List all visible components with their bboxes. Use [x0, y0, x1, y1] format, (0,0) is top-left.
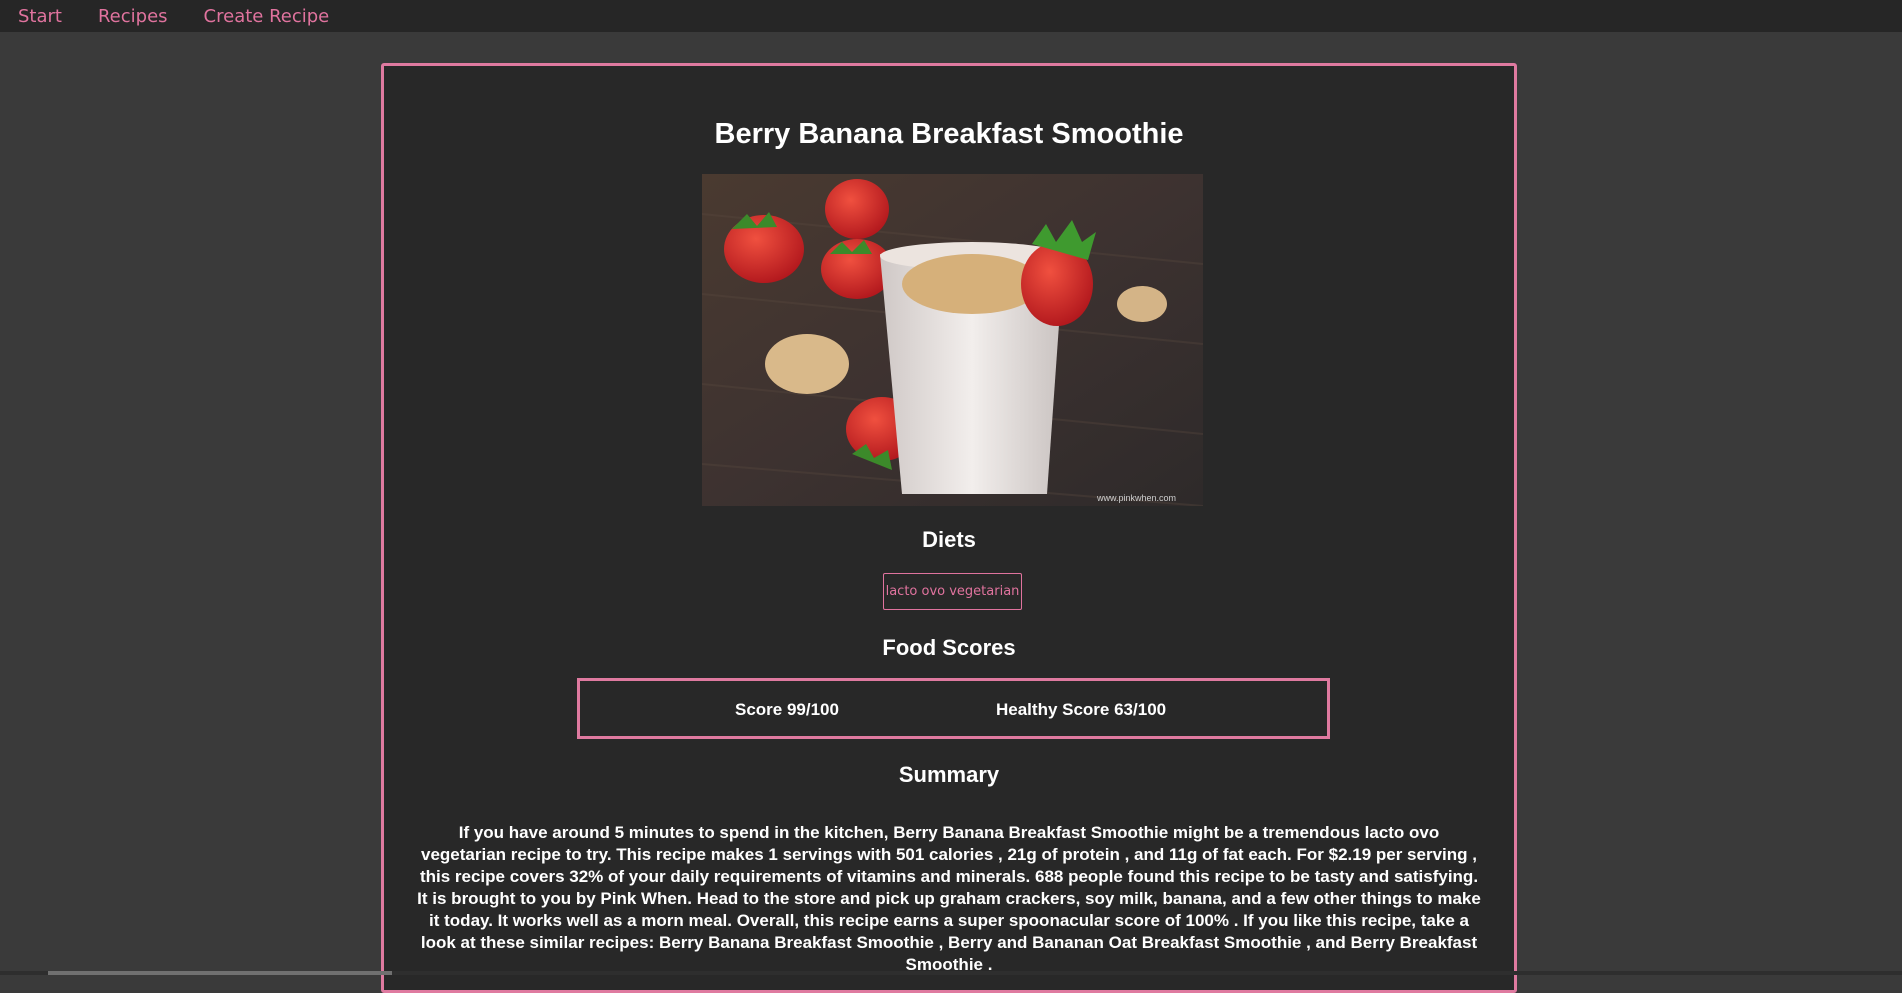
top-nav: Start Recipes Create Recipe	[0, 0, 1902, 32]
photo-watermark: www.pinkwhen.com	[1096, 493, 1176, 503]
score-value: Score 99/100	[735, 700, 839, 719]
recipe-title: Berry Banana Breakfast Smoothie	[714, 118, 1184, 150]
food-scores-box: Score 99/100 Healthy Score 63/100	[577, 678, 1330, 739]
summary-heading: Summary	[898, 762, 1000, 787]
recipe-card: Berry Banana Breakfast Smoothie www.pink…	[381, 63, 1517, 993]
food-scores-heading: Food Scores	[882, 635, 1016, 660]
horizontal-scrollbar-thumb[interactable]	[48, 971, 392, 975]
nav-link-start[interactable]: Start	[18, 6, 62, 27]
nav-link-create-recipe[interactable]: Create Recipe	[204, 6, 330, 27]
recipe-photo: www.pinkwhen.com	[702, 174, 1203, 506]
healthy-score-value: Healthy Score 63/100	[996, 700, 1167, 719]
diet-tag-lacto-ovo-vegetarian[interactable]: lacto ovo vegetarian	[883, 573, 1022, 610]
diets-heading: Diets	[922, 527, 976, 552]
nav-link-recipes[interactable]: Recipes	[98, 6, 168, 27]
summary-text: If you have around 5 minutes to spend in…	[417, 823, 1481, 974]
